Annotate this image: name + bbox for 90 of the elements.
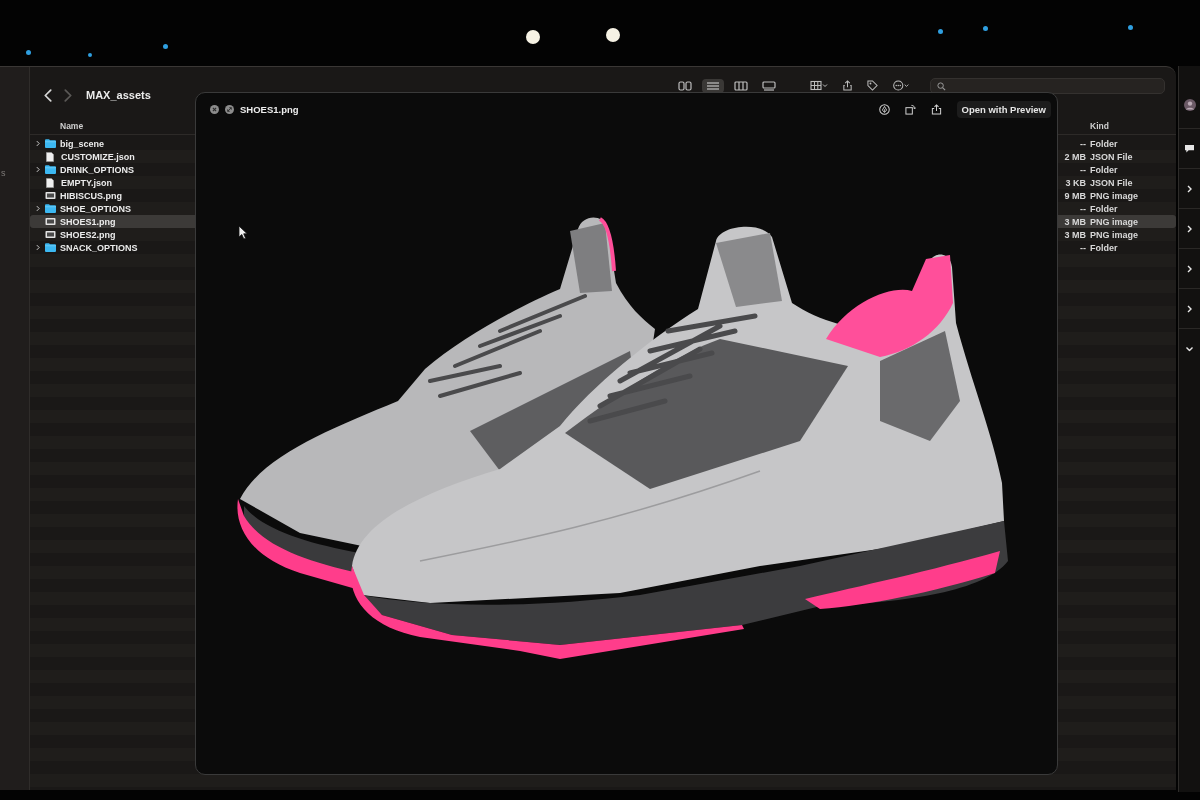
back-button[interactable]: [44, 88, 52, 102]
file-row[interactable]: SHOES2.png: [30, 228, 195, 241]
file-kind: Folder: [1090, 137, 1119, 150]
rotate-icon[interactable]: [904, 103, 916, 115]
mouse-pointer-icon: [238, 225, 248, 240]
chevron-icon[interactable]: [1185, 346, 1194, 351]
file-size: 3 KB: [1064, 176, 1086, 189]
file-size: --: [1079, 163, 1086, 176]
gallery-icon: [762, 81, 776, 91]
file-name: SHOE_OPTIONS: [60, 202, 131, 215]
folder-icon: [45, 139, 56, 148]
document-icon: [46, 177, 54, 188]
chevron-left-icon: [44, 88, 52, 102]
image-file-icon: [45, 230, 56, 239]
file-row[interactable]: HIBISCUS.png: [30, 189, 195, 202]
file-size: --: [1079, 137, 1086, 150]
chevron-icon[interactable]: [1187, 184, 1192, 193]
file-details-row[interactable]: 3 MB PNG image: [1058, 215, 1176, 228]
folder-icon: [45, 204, 56, 213]
file-kind: JSON File: [1090, 150, 1134, 163]
file-size: --: [1079, 241, 1086, 254]
chevron-icon[interactable]: [1187, 224, 1192, 233]
chevron-icon[interactable]: [1187, 304, 1192, 313]
file-row[interactable]: CUSTOMIZE.json: [30, 150, 195, 163]
file-details-row[interactable]: -- Folder: [1058, 137, 1176, 150]
close-icon[interactable]: [210, 104, 219, 114]
share-icon[interactable]: [930, 103, 942, 115]
file-name: HIBISCUS.png: [60, 189, 122, 202]
file-kind: PNG image: [1090, 228, 1139, 241]
fullscreen-icon[interactable]: [225, 104, 234, 114]
search-icon: [937, 81, 946, 91]
file-kind: PNG image: [1090, 189, 1139, 202]
ellipsis-circle-icon[interactable]: [892, 80, 910, 91]
open-with-preview-button[interactable]: Open with Preview: [956, 100, 1051, 118]
grid-menu-icon[interactable]: [810, 80, 828, 91]
chevron-icon[interactable]: [36, 244, 40, 251]
file-kind: Folder: [1090, 163, 1119, 176]
file-size: 2 MB: [1063, 150, 1086, 163]
preview-title: SHOES1.png: [240, 103, 299, 115]
name-column-header[interactable]: Name: [60, 120, 84, 131]
document-icon: [46, 151, 54, 162]
chevron-icon[interactable]: [36, 140, 40, 147]
file-size: 9 MB: [1063, 189, 1086, 202]
folder-icon: [45, 165, 56, 174]
folder-title: MAX_assets: [86, 89, 151, 101]
tiles-icon: [678, 81, 692, 91]
file-details-row[interactable]: -- Folder: [1058, 163, 1176, 176]
chevron-icon[interactable]: [1187, 264, 1192, 273]
list-icon: [706, 81, 720, 91]
image-file-icon: [45, 217, 56, 226]
file-size: 3 MB: [1063, 215, 1086, 228]
file-row[interactable]: EMPTY.json: [30, 176, 195, 189]
file-kind: JSON File: [1090, 176, 1134, 189]
pen-tip-circle-icon[interactable]: [878, 103, 890, 115]
file-size: --: [1079, 202, 1086, 215]
file-details-row[interactable]: 2 MB JSON File: [1058, 150, 1176, 163]
file-name: big_scene: [60, 137, 105, 150]
file-row[interactable]: DRINK_OPTIONS: [30, 163, 195, 176]
sidebar-item[interactable]: s: [0, 167, 6, 179]
kind-column-header[interactable]: Kind: [1090, 120, 1170, 131]
tag-icon[interactable]: [867, 80, 878, 91]
file-name: DRINK_OPTIONS: [60, 163, 134, 176]
file-details-row[interactable]: 3 MB PNG image: [1058, 228, 1176, 241]
file-kind: PNG image: [1090, 215, 1139, 228]
columns-icon: [734, 81, 748, 91]
file-details-row[interactable]: 9 MB PNG image: [1058, 189, 1176, 202]
chevron-right-icon: [64, 88, 72, 102]
folder-icon: [45, 243, 56, 252]
chevron-icon[interactable]: [36, 166, 40, 173]
avatar-icon[interactable]: [1183, 99, 1196, 111]
file-row[interactable]: SNACK_OPTIONS: [30, 241, 195, 254]
file-name: SHOES1.png: [60, 215, 116, 228]
file-details-row[interactable]: 3 KB JSON File: [1058, 176, 1176, 189]
file-details-row[interactable]: -- Folder: [1058, 241, 1176, 254]
file-name: CUSTOMIZE.json: [61, 150, 135, 163]
search-field[interactable]: [930, 78, 1165, 94]
image-file-icon: [45, 191, 56, 200]
share-icon[interactable]: [842, 80, 853, 91]
file-row[interactable]: SHOE_OPTIONS: [30, 202, 195, 215]
file-kind: Folder: [1090, 202, 1119, 215]
file-row[interactable]: big_scene: [30, 137, 195, 150]
file-name: SNACK_OPTIONS: [60, 241, 138, 254]
view-mode-button[interactable]: [702, 79, 724, 93]
file-details-row[interactable]: -- Folder: [1058, 202, 1176, 215]
comment-icon[interactable]: [1184, 144, 1195, 153]
file-name: SHOES2.png: [60, 228, 116, 241]
file-size: 3 MB: [1063, 228, 1086, 241]
file-row[interactable]: SHOES1.png: [30, 215, 195, 228]
file-kind: Folder: [1090, 241, 1119, 254]
file-name: EMPTY.json: [61, 176, 112, 189]
